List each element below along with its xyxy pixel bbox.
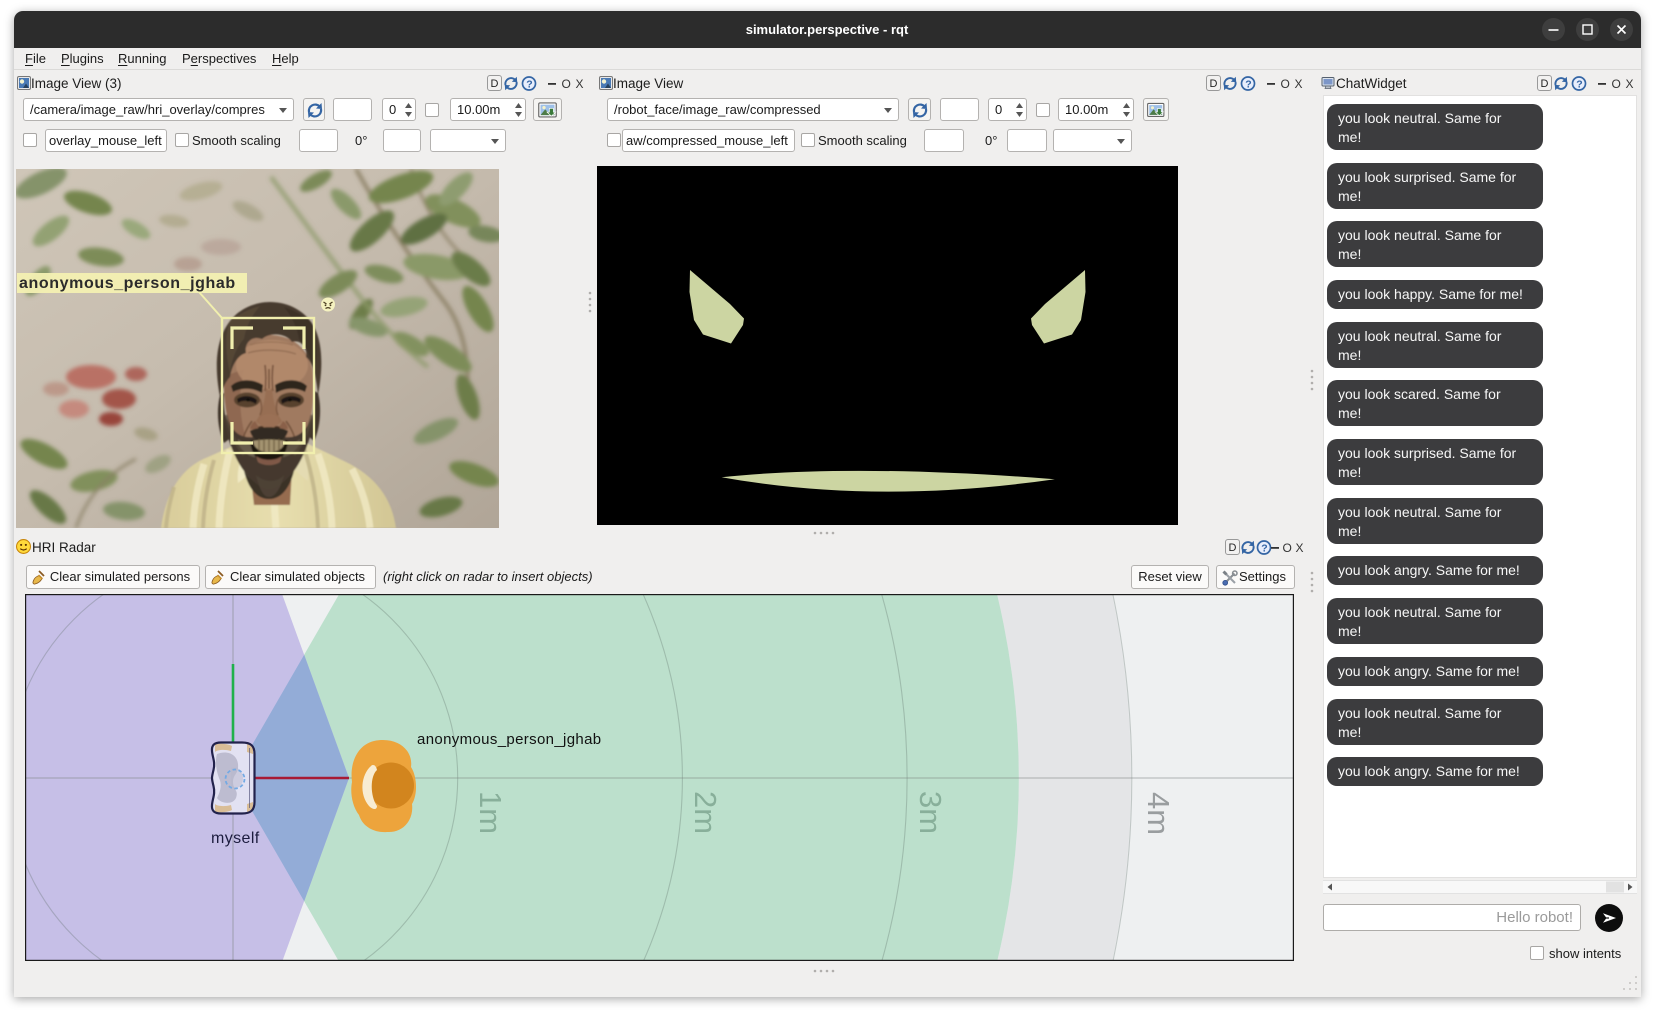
svg-text:anonymous_person_jghab: anonymous_person_jghab [417, 731, 602, 748]
svg-text:?: ? [1261, 543, 1267, 555]
svg-text:O: O [1283, 541, 1292, 555]
svg-text:1m: 1m [473, 791, 508, 834]
svg-text:anonymous_person_jghab: anonymous_person_jghab [19, 275, 236, 292]
svg-text:myself: myself [211, 830, 260, 847]
svg-text:3m: 3m [913, 791, 948, 834]
svg-text:X: X [1296, 541, 1304, 555]
svg-text:D: D [1229, 542, 1237, 554]
svg-text:2m: 2m [688, 791, 723, 834]
svg-text:4m: 4m [1141, 792, 1176, 835]
